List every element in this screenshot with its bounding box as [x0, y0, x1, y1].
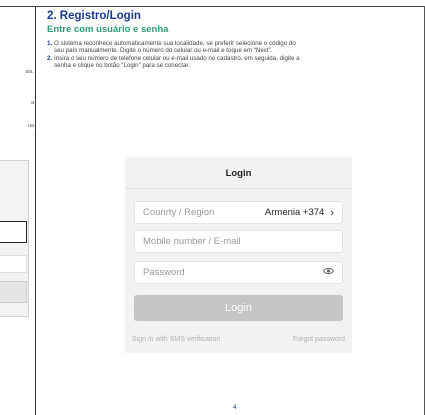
step-line: O sistema reconhece automaticamente sua …	[54, 40, 296, 47]
step-line: senha e clique no botão “Login” para se …	[54, 61, 190, 69]
title-divider	[125, 188, 352, 189]
password-placeholder: Password	[143, 267, 185, 278]
login-title: Login	[225, 168, 252, 179]
left-text-fragment: ais.	[25, 69, 34, 75]
password-input[interactable]: Password	[134, 261, 343, 284]
left-card-fragment	[0, 160, 29, 317]
page-divider	[35, 6, 36, 415]
country-value: Armenia +374	[264, 207, 325, 218]
top-rule-left	[0, 6, 35, 7]
step-number: 1.	[47, 40, 53, 47]
left-input-fragment	[0, 255, 27, 273]
instruction-step: 1. O sistema reconhece automaticamente s…	[47, 40, 425, 55]
country-label: Counrty / Region	[143, 207, 215, 218]
left-text-fragment: ua	[27, 123, 34, 129]
step-line: seu país manualmente. Digite o número do…	[54, 47, 273, 55]
left-input-fragment	[0, 221, 27, 243]
login-card: Login Counrty / Region Armenia +374 › Mo…	[125, 157, 352, 353]
step-number: 2.	[47, 54, 53, 62]
section-subtitle: Entre com usuário e senha	[47, 24, 169, 35]
mobile-email-placeholder: Mobile number / E-mail	[143, 236, 241, 247]
left-text-fragment: .	[32, 131, 34, 137]
instruction-list: 1. O sistema reconhece automaticamente s…	[47, 40, 425, 69]
left-button-fragment	[0, 281, 27, 303]
instruction-step: 2. Insira o seu número de telefone celul…	[47, 55, 425, 70]
forgot-password-link[interactable]: Forgot password	[293, 336, 345, 343]
mobile-email-input[interactable]: Mobile number / E-mail	[134, 230, 343, 253]
login-button[interactable]: Login	[134, 295, 343, 321]
section-title: 2. Registro/Login	[47, 10, 141, 22]
page-number: 4	[233, 404, 237, 411]
sms-signin-link[interactable]: Sign in with SMS verification	[132, 336, 220, 343]
left-text-fragment: a	[30, 100, 34, 106]
eye-icon[interactable]	[322, 267, 335, 278]
country-selector[interactable]: Counrty / Region Armenia +374 ›	[134, 201, 343, 224]
left-page-fragment: ais. a ua .	[0, 0, 35, 415]
top-rule-right	[36, 6, 425, 7]
step-line: Insira o seu número de telefone celular …	[54, 54, 300, 62]
chevron-right-icon: ›	[330, 206, 334, 219]
